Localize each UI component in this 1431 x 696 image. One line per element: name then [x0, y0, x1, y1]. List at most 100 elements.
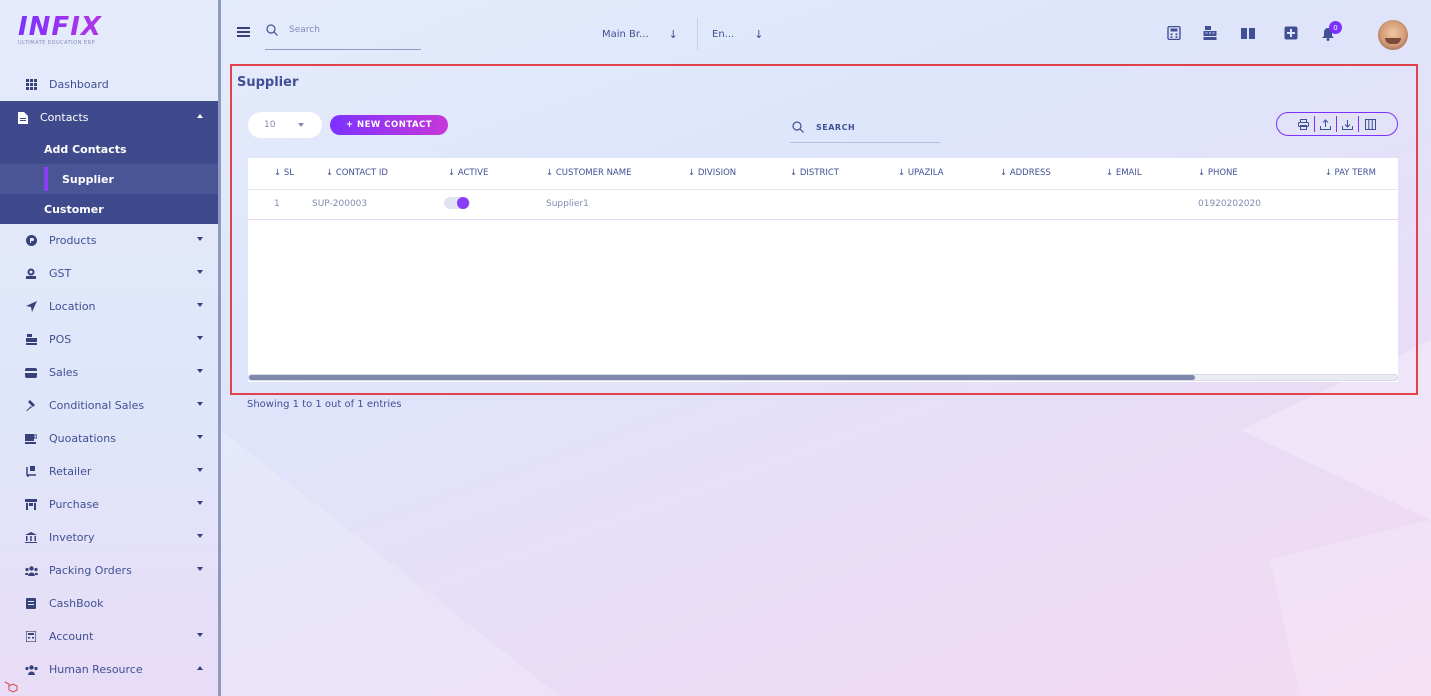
active-toggle[interactable] — [444, 196, 470, 209]
chevron-down-icon — [197, 402, 203, 406]
column-header-address[interactable]: ↓ ADDRESS — [984, 158, 1090, 189]
cell-upazila — [882, 189, 984, 219]
sidebar-item-gst[interactable]: GST — [0, 257, 218, 290]
table-row[interactable]: 1 SUP-200003 Supplier1 01920202020 — [248, 189, 1398, 219]
arrow-down-icon: ↓ — [668, 28, 678, 41]
column-header-sl[interactable]: ↓ SL — [248, 158, 310, 189]
sidebar-item-invetory[interactable]: Invetory — [0, 521, 218, 554]
hammer-icon — [24, 399, 38, 413]
cash-register-icon — [24, 333, 38, 347]
sidebar-scrollbar[interactable] — [218, 0, 221, 696]
chevron-down-icon — [197, 303, 203, 307]
chevron-down-icon — [197, 468, 203, 472]
branch-selector[interactable]: Main Br... ↓ — [602, 28, 678, 41]
table-header-row: ↓ SL ↓ CONTACT ID ↓ ACTIVE ↓ CUSTOMER NA… — [248, 158, 1398, 189]
sidebar-item-add-contacts[interactable]: Add Contacts — [0, 134, 218, 164]
sidebar-item-location[interactable]: Location — [0, 290, 218, 323]
search-input[interactable] — [289, 25, 414, 35]
columns-icon — [1364, 118, 1376, 130]
language-selector[interactable]: En... ↓ — [712, 28, 763, 41]
sidebar-item-label: Sales — [49, 366, 79, 379]
column-header-upazila[interactable]: ↓ UPAZILA — [882, 158, 984, 189]
logo-tagline: ULTIMATE EDUCATION ERP — [18, 40, 96, 46]
page-title: Supplier — [237, 75, 299, 90]
column-header-contact-id[interactable]: ↓ CONTACT ID — [310, 158, 432, 189]
cell-address — [984, 189, 1090, 219]
column-header-active[interactable]: ↓ ACTIVE — [432, 158, 530, 189]
sidebar-item-quoatations[interactable]: Quoatations — [0, 422, 218, 455]
sidebar-item-label: Human Resource — [49, 663, 143, 676]
hamburger-menu-icon[interactable] — [237, 27, 250, 37]
column-header-customer-name[interactable]: ↓ CUSTOMER NAME — [530, 158, 672, 189]
column-header-email[interactable]: ↓ EMAIL — [1090, 158, 1182, 189]
cell-district — [774, 189, 882, 219]
card-icon — [24, 366, 38, 380]
book-icon — [24, 597, 38, 611]
cell-phone: 01920202020 — [1198, 199, 1261, 209]
sidebar-item-retailer[interactable]: Retailer — [0, 455, 218, 488]
column-visibility-button[interactable] — [1359, 116, 1381, 132]
sidebar-item-account[interactable]: Account — [0, 620, 218, 653]
sidebar-item-supplier[interactable]: Supplier — [0, 164, 218, 194]
language-selector-value: En... — [712, 29, 735, 40]
print-icon — [1298, 118, 1309, 130]
print-button[interactable] — [1293, 116, 1315, 132]
divider — [697, 18, 698, 50]
chevron-down-icon — [197, 633, 203, 637]
open-book-icon[interactable] — [1241, 26, 1255, 40]
sidebar-item-cashbook[interactable]: CashBook — [0, 587, 218, 620]
contacts-table: ↓ SL ↓ CONTACT ID ↓ ACTIVE ↓ CUSTOMER NA… — [248, 158, 1398, 382]
sidebar-item-contacts[interactable]: Contacts — [0, 101, 218, 134]
upload-icon — [1320, 118, 1331, 130]
mug-icon — [24, 432, 38, 446]
users-icon — [24, 663, 38, 677]
column-header-district[interactable]: ↓ DISTRICT — [774, 158, 882, 189]
cash-register-icon[interactable] — [1203, 26, 1217, 40]
laravel-debug-icon[interactable] — [4, 680, 18, 694]
sidebar-item-products[interactable]: Products — [0, 224, 218, 257]
sidebar-item-label: GST — [49, 267, 72, 280]
search-icon — [792, 121, 804, 133]
sidebar-item-label: Retailer — [49, 465, 92, 478]
column-header-division[interactable]: ↓ DIVISION — [672, 158, 774, 189]
sidebar-item-packing-orders[interactable]: Packing Orders — [0, 554, 218, 587]
table-search-input[interactable] — [816, 123, 936, 132]
sidebar-item-conditional-sales[interactable]: Conditional Sales — [0, 389, 218, 422]
app-logo[interactable]: INFIX ULTIMATE EDUCATION ERP — [18, 14, 138, 48]
avatar[interactable] — [1378, 20, 1408, 50]
sidebar-item-label: CashBook — [49, 597, 104, 610]
sidebar-item-dashboard[interactable]: Dashboard — [0, 68, 218, 101]
chevron-up-icon — [197, 666, 203, 670]
scrollbar-thumb[interactable] — [249, 375, 1195, 380]
sidebar-item-purchase[interactable]: Purchase — [0, 488, 218, 521]
sidebar-nav: Dashboard Contacts Add Contacts Supplier… — [0, 68, 218, 686]
chevron-down-icon — [197, 435, 203, 439]
sidebar-item-human-resource[interactable]: Human Resource — [0, 653, 218, 686]
sidebar-item-sales[interactable]: Sales — [0, 356, 218, 389]
download-button[interactable] — [1337, 116, 1359, 132]
export-button-group — [1276, 112, 1398, 136]
sidebar-item-label: Products — [49, 234, 97, 247]
plus-square-icon[interactable] — [1284, 26, 1298, 40]
table-search — [790, 118, 940, 143]
sidebar-item-label: Conditional Sales — [49, 399, 145, 412]
cell-pay-term — [1302, 189, 1398, 219]
download-icon — [1342, 119, 1353, 130]
calculator-icon[interactable] — [1167, 26, 1181, 40]
horizontal-scrollbar[interactable] — [248, 374, 1398, 381]
file-icon — [16, 111, 30, 125]
column-header-pay-term[interactable]: ↓ PAY TERM — [1302, 158, 1398, 189]
sidebar-item-pos[interactable]: POS — [0, 323, 218, 356]
search-icon — [266, 24, 278, 36]
cell-email — [1090, 189, 1182, 219]
gst-icon — [24, 267, 38, 281]
new-contact-button[interactable]: + NEW CONTACT — [330, 115, 448, 135]
export-upload-button[interactable] — [1315, 116, 1337, 132]
page-size-select[interactable]: 10 — [248, 112, 322, 138]
sidebar-item-customer[interactable]: Customer — [0, 194, 218, 224]
sidebar-item-label: Contacts — [40, 111, 89, 124]
cell-contact-id: SUP-200003 — [312, 199, 368, 209]
column-header-phone[interactable]: ↓ PHONE — [1182, 158, 1302, 189]
grid-icon — [24, 78, 38, 92]
sidebar-item-label: Location — [49, 300, 96, 313]
